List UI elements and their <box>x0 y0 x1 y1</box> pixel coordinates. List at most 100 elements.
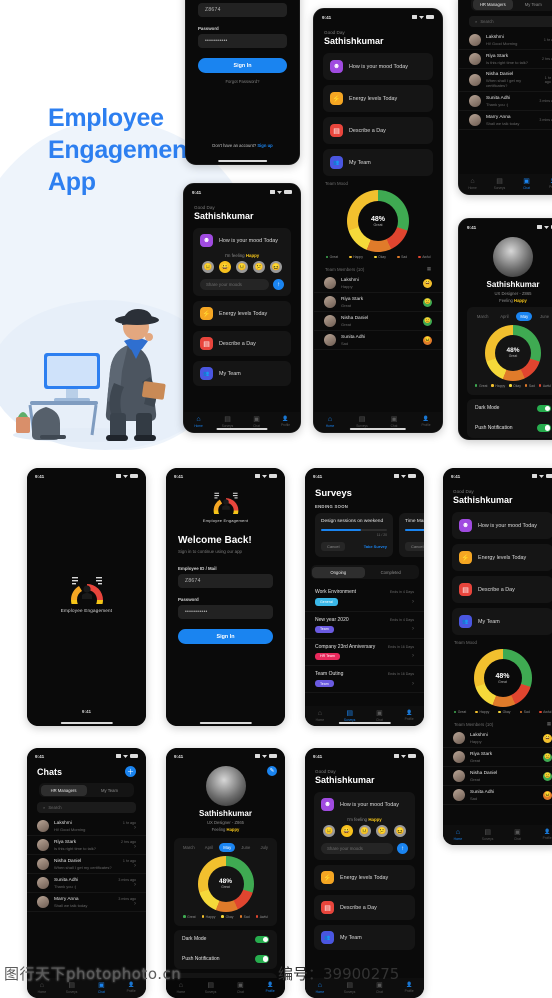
tab-surveys[interactable]: ▤ Surveys <box>196 982 226 994</box>
mood-emoji-selected[interactable]: 😀 <box>219 261 231 273</box>
list-item[interactable]: Lakshmi Hi! Good Morning 1 hr ago <box>459 31 552 50</box>
mood-card[interactable]: ☻ How is your mood Today <box>323 53 433 80</box>
search-input[interactable]: ⌕ Search <box>469 16 552 27</box>
mood-card-expanded[interactable]: ☻ How is your mood Today I'm feeling Hap… <box>193 228 291 296</box>
month-tab[interactable]: March <box>179 843 199 852</box>
signin-button[interactable]: Sign In <box>178 629 273 644</box>
segment-completed[interactable]: Completed <box>365 567 418 578</box>
my-team-card[interactable]: 👥 My Team <box>323 149 433 176</box>
mood-emoji[interactable]: 😖 <box>270 261 282 273</box>
tab-surveys[interactable]: ▤ Surveys <box>486 178 513 190</box>
list-item[interactable]: Riya Stark Is this right time to talk? 2… <box>459 50 552 69</box>
tab-chat[interactable]: ▣ Chat <box>513 178 540 190</box>
mood-emoji[interactable]: 😐 <box>358 825 371 837</box>
segment-hr-managers[interactable]: HR Managers <box>472 0 513 10</box>
signup-prompt[interactable]: Don't have an account? Sign up <box>186 143 299 148</box>
cancel-button[interactable]: Cancel <box>321 542 346 552</box>
bottom-tab-bar[interactable]: ⌂ Home ▤ Surveys ▣ Chat 👤 Profile <box>443 825 552 845</box>
take-survey-button[interactable]: Take Survey <box>364 544 387 549</box>
table-row[interactable]: Nisha Daniel Great 😑 <box>443 767 552 786</box>
month-tab[interactable]: April <box>201 843 217 852</box>
table-row[interactable]: Sunita Adhi Sad 😖 <box>314 331 442 350</box>
tab-home[interactable]: ⌂ Home <box>184 416 213 428</box>
tab-chat[interactable]: ▣ Chat <box>503 829 533 841</box>
tab-surveys[interactable]: ▤ Surveys <box>473 829 503 841</box>
list-item[interactable]: Sunita Adhi Thank you :) 3 mins ago › <box>27 874 146 893</box>
list-item[interactable]: Riya Stark Is this right time to talk? 2… <box>27 836 146 855</box>
share-mood-input[interactable]: Share your moods <box>200 279 269 290</box>
tab-profile[interactable]: 👤 Profile <box>394 711 424 722</box>
tab-home[interactable]: ⌂ Home <box>459 178 486 190</box>
password-input[interactable]: ••••••••••• <box>198 34 287 48</box>
list-item[interactable]: Marry Anna Shall we talk today 3 mins ag… <box>459 111 552 130</box>
month-selector[interactable]: March April May June July <box>174 838 277 854</box>
tab-surveys[interactable]: ▤ Surveys <box>346 416 378 428</box>
dark-mode-row[interactable]: Dark Mode <box>467 399 552 419</box>
my-team-card[interactable]: 👥 My Team <box>314 925 415 950</box>
mood-card[interactable]: ☻ How is your mood Today <box>452 512 552 539</box>
describe-day-card[interactable]: ▤ Describe a Day <box>452 576 552 603</box>
mood-emoji-selected[interactable]: 😀 <box>340 825 353 837</box>
search-input[interactable]: ⌕ Search <box>37 802 136 813</box>
tab-profile[interactable]: 👤 Profile <box>255 983 285 994</box>
grid-icon[interactable]: ▦ <box>547 721 551 727</box>
survey-card[interactable]: Time Management 9 / 20 Cancel Take Surve… <box>399 513 424 558</box>
list-item[interactable]: Nisha Daniel When shall I get my certifi… <box>459 69 552 92</box>
tab-surveys[interactable]: ▤ Surveys <box>335 710 365 722</box>
push-notification-toggle[interactable] <box>255 955 269 963</box>
share-mood-input[interactable]: Share your moods <box>321 843 393 854</box>
dark-mode-toggle[interactable] <box>537 404 551 412</box>
employee-id-input[interactable]: Z8674 <box>178 574 273 588</box>
tab-profile[interactable]: 👤 Profile <box>394 983 424 994</box>
month-selector[interactable]: March April May June <box>467 307 552 323</box>
employee-id-input[interactable]: Z8674 <box>198 3 287 17</box>
list-item[interactable]: Marry Anna Shall we talk today 3 mins ag… <box>27 893 146 912</box>
mood-emoji[interactable]: 😕 <box>253 261 265 273</box>
list-item[interactable]: Lakshmi Hi! Good Morning 1 hr ago › <box>27 817 146 836</box>
push-notification-row[interactable]: Push Notification <box>467 418 552 438</box>
tab-profile[interactable]: 👤 Profile <box>532 830 552 841</box>
cancel-button[interactable]: Cancel <box>405 542 424 552</box>
tab-profile[interactable]: 👤 Profile <box>271 417 300 428</box>
survey-segment-control[interactable]: Ongoing Completed <box>310 565 419 580</box>
tab-chat[interactable]: ▣ Chat <box>378 416 410 428</box>
month-tab[interactable]: July <box>256 843 271 852</box>
survey-list-item[interactable]: Work Environment Ends in 4 Days General … <box>305 584 424 612</box>
tab-profile[interactable]: 👤 Profile <box>540 179 552 190</box>
dark-mode-toggle[interactable] <box>255 935 269 943</box>
segment-hr-managers[interactable]: HR Managers <box>40 784 87 796</box>
table-row[interactable]: Nisha Daniel Great 😑 <box>314 312 442 331</box>
mood-emoji[interactable]: 😖 <box>394 825 406 837</box>
tab-home[interactable]: ⌂ Home <box>305 710 335 722</box>
tab-home[interactable]: ⌂ Home <box>443 829 473 841</box>
segment-ongoing[interactable]: Ongoing <box>312 566 365 578</box>
mood-emoji[interactable]: 😕 <box>376 825 389 837</box>
describe-day-card[interactable]: ▤ Describe a Day <box>193 331 291 356</box>
table-row[interactable]: Lakshmi Happy 😀 <box>443 729 552 748</box>
push-notification-toggle[interactable] <box>537 424 551 432</box>
describe-day-card[interactable]: ▤ Describe a Day <box>314 895 415 920</box>
signup-link[interactable]: Sign up <box>257 143 272 148</box>
my-team-card[interactable]: 👥 My Team <box>193 361 291 386</box>
month-tab[interactable]: March <box>473 312 493 321</box>
segment-my-team[interactable]: My Team <box>513 0 552 10</box>
tab-chat[interactable]: ▣ Chat <box>242 416 271 428</box>
tab-chat[interactable]: ▣ Chat <box>365 710 395 722</box>
grid-icon[interactable]: ▦ <box>427 266 431 272</box>
table-row[interactable]: Riya Stark Great 😑 <box>443 748 552 767</box>
energy-card[interactable]: ⚡ Energy levels Today <box>323 85 433 112</box>
segment-my-team[interactable]: My Team <box>87 785 133 796</box>
month-tab[interactable]: June <box>536 312 552 321</box>
mood-emoji[interactable]: 😑 <box>202 261 214 273</box>
chat-segment-control[interactable]: HR Managers My Team <box>39 783 134 797</box>
month-tab-selected[interactable]: May <box>219 842 236 852</box>
month-tab-selected[interactable]: May <box>516 311 533 321</box>
mood-emoji[interactable]: 😑 <box>323 825 335 837</box>
list-item[interactable]: Sunita Adhi Thank you :) 3 mins ago <box>459 92 552 111</box>
tab-profile[interactable]: 👤 Profile <box>116 983 146 994</box>
tab-profile[interactable]: 👤 Profile <box>410 417 442 428</box>
list-item[interactable]: Nisha Daniel When shall I get my certifi… <box>27 855 146 874</box>
ending-soon-carousel[interactable]: Design sessions on weekend 11 / 20 Cance… <box>305 513 424 558</box>
tab-chat[interactable]: ▣ Chat <box>226 982 256 994</box>
survey-card[interactable]: Design sessions on weekend 11 / 20 Cance… <box>315 513 393 558</box>
